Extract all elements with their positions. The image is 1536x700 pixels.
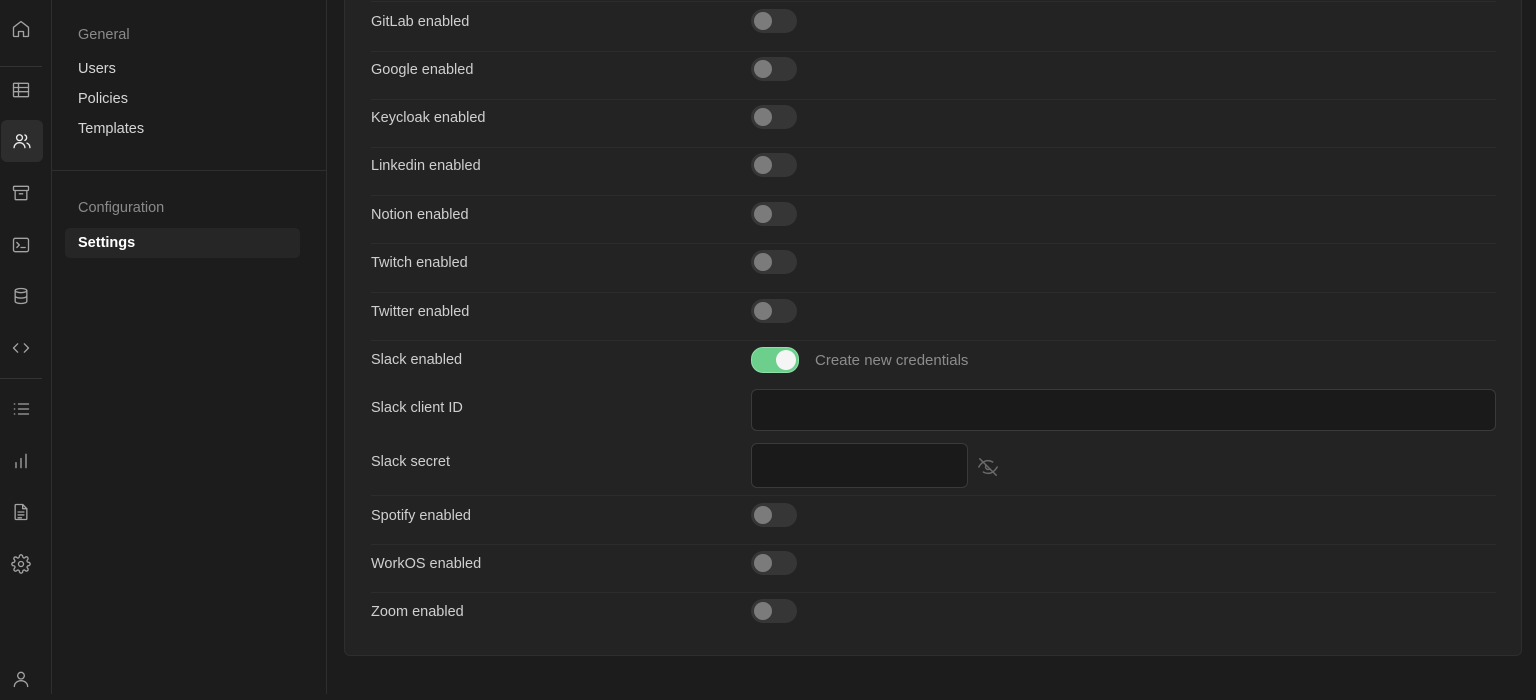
slack-client-id-row: Slack client ID	[371, 388, 1496, 436]
toggle-knob	[754, 253, 772, 271]
provider-row-notion: Notion enabled	[371, 195, 1496, 243]
toggle-knob	[776, 350, 796, 370]
icon-rail	[0, 0, 52, 694]
toggle-knob	[754, 602, 772, 620]
provider-label: Linkedin enabled	[371, 158, 481, 174]
provider-row-slack: Slack enabled Create new credentials	[371, 340, 1496, 388]
slack-secret-row: Slack secret	[371, 441, 1496, 493]
toggle-knob	[754, 156, 772, 174]
nav-item-templates[interactable]: Templates	[78, 121, 144, 137]
slack-client-id-label: Slack client ID	[371, 400, 463, 416]
home-icon[interactable]	[0, 8, 42, 50]
provider-row-twitch: Twitch enabled	[371, 243, 1496, 291]
toggle-knob	[754, 506, 772, 524]
zoom-toggle[interactable]	[751, 599, 797, 623]
rail-divider	[0, 378, 42, 379]
spotify-toggle[interactable]	[751, 503, 797, 527]
provider-label: Notion enabled	[371, 207, 469, 223]
gitlab-toggle[interactable]	[751, 9, 797, 33]
toggle-knob	[754, 554, 772, 572]
main-content: GitLab enabled Google enabled Keycloak e…	[327, 0, 1536, 694]
provider-row-gitlab: GitLab enabled	[371, 1, 1496, 49]
bar-chart-icon[interactable]	[0, 440, 42, 482]
provider-label: Slack enabled	[371, 352, 463, 368]
gear-icon[interactable]	[0, 543, 42, 585]
provider-row-workos: WorkOS enabled	[371, 544, 1496, 592]
provider-label: GitLab enabled	[371, 14, 470, 30]
provider-row-linkedin: Linkedin enabled	[371, 147, 1496, 195]
slack-secret-label: Slack secret	[371, 454, 450, 470]
provider-label: WorkOS enabled	[371, 556, 482, 572]
code-icon[interactable]	[0, 327, 42, 369]
google-toggle[interactable]	[751, 57, 797, 81]
eye-off-icon[interactable]	[975, 454, 1001, 480]
twitter-toggle[interactable]	[751, 299, 797, 323]
workos-toggle[interactable]	[751, 551, 797, 575]
provider-label: Keycloak enabled	[371, 110, 486, 126]
nav-item-users[interactable]: Users	[78, 61, 116, 77]
keycloak-toggle[interactable]	[751, 105, 797, 129]
terminal-icon[interactable]	[0, 224, 42, 266]
slack-secret-input[interactable]	[751, 443, 968, 488]
provider-label: Zoom enabled	[371, 604, 464, 620]
linkedin-toggle[interactable]	[751, 153, 797, 177]
toggle-knob	[754, 205, 772, 223]
provider-row-google: Google enabled	[371, 51, 1496, 99]
archive-icon[interactable]	[0, 172, 42, 214]
users-icon[interactable]	[1, 120, 43, 162]
provider-row-twitter: Twitter enabled	[371, 292, 1496, 340]
toggle-knob	[754, 108, 772, 126]
nav-heading-configuration: Configuration	[78, 200, 165, 216]
twitch-toggle[interactable]	[751, 250, 797, 274]
nav-divider	[52, 170, 326, 171]
rail-divider	[0, 66, 42, 67]
nav-item-settings[interactable]: Settings	[65, 228, 300, 258]
nav-item-policies[interactable]: Policies	[78, 91, 128, 107]
slack-client-id-input[interactable]	[751, 389, 1496, 431]
table-icon[interactable]	[0, 69, 42, 111]
list-icon[interactable]	[0, 388, 42, 430]
auth-providers-panel: GitLab enabled Google enabled Keycloak e…	[344, 0, 1522, 656]
nav-heading-general: General	[78, 27, 130, 43]
provider-label: Twitch enabled	[371, 255, 468, 271]
slack-credentials-text: Create new credentials	[815, 352, 969, 369]
toggle-knob	[754, 12, 772, 30]
database-icon[interactable]	[0, 275, 42, 317]
document-icon[interactable]	[0, 491, 42, 533]
provider-row-spotify: Spotify enabled	[371, 495, 1496, 543]
notion-toggle[interactable]	[751, 202, 797, 226]
toggle-knob	[754, 60, 772, 78]
provider-label: Twitter enabled	[371, 304, 470, 320]
provider-row-keycloak: Keycloak enabled	[371, 99, 1496, 147]
slack-toggle[interactable]	[751, 347, 799, 373]
provider-label: Google enabled	[371, 62, 474, 78]
provider-label: Spotify enabled	[371, 508, 471, 524]
settings-nav: General Users Policies Templates Configu…	[52, 0, 327, 694]
toggle-knob	[754, 302, 772, 320]
provider-row-zoom: Zoom enabled	[371, 592, 1496, 640]
